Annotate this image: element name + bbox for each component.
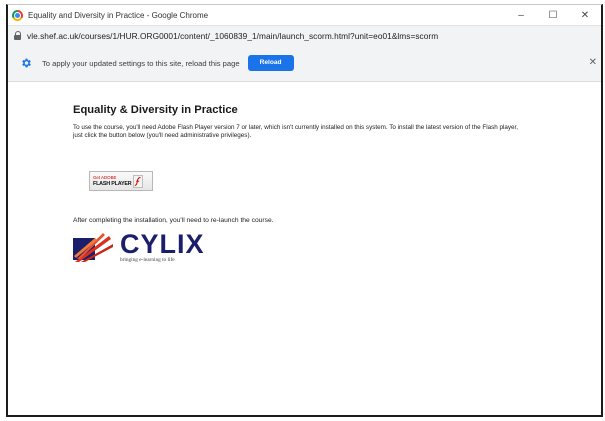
window-controls: – ☐ ✕ — [505, 5, 601, 25]
reload-infobar: To apply your updated settings to this s… — [8, 45, 601, 82]
flash-icon — [133, 174, 144, 188]
course-description: To use the course, you'll need Adobe Fla… — [73, 124, 519, 140]
cylix-wordmark: CYLIX bringing e-learning to life — [120, 229, 205, 264]
browser-window: Equality and Diversity in Practice - Goo… — [6, 4, 603, 417]
cylix-swoosh-icon — [73, 233, 113, 262]
get-flash-player-button[interactable]: Get ADOBE FLASH PLAYER — [89, 171, 153, 191]
address-bar[interactable]: vle.shef.ac.uk/courses/1/HUR.ORG0001/con… — [8, 25, 601, 46]
cylix-logo: CYLIX bringing e-learning to life — [73, 229, 205, 264]
reload-button[interactable]: Reload — [247, 55, 294, 71]
cylix-name: CYLIX — [120, 229, 205, 259]
lock-icon[interactable] — [14, 30, 22, 41]
close-window-button[interactable]: ✕ — [569, 5, 601, 25]
url-text[interactable]: vle.shef.ac.uk/courses/1/HUR.ORG0001/con… — [27, 31, 438, 41]
window-title: Equality and Diversity in Practice - Goo… — [28, 10, 209, 20]
after-install-note: After completing the installation, you'l… — [73, 217, 274, 224]
close-icon[interactable]: ✕ — [589, 57, 597, 68]
flash-badge-text: Get ADOBE FLASH PLAYER — [93, 175, 132, 187]
title-bar: Equality and Diversity in Practice - Goo… — [8, 5, 601, 25]
page-title: Equality & Diversity in Practice — [73, 104, 238, 116]
page-content: Equality & Diversity in Practice To use … — [8, 82, 601, 415]
maximize-button[interactable]: ☐ — [537, 5, 569, 25]
flash-name-label: FLASH PLAYER — [93, 181, 132, 187]
infobar-message: To apply your updated settings to this s… — [42, 58, 240, 68]
chrome-icon — [12, 9, 23, 21]
gear-icon — [22, 58, 31, 68]
minimize-button[interactable]: – — [505, 5, 537, 25]
